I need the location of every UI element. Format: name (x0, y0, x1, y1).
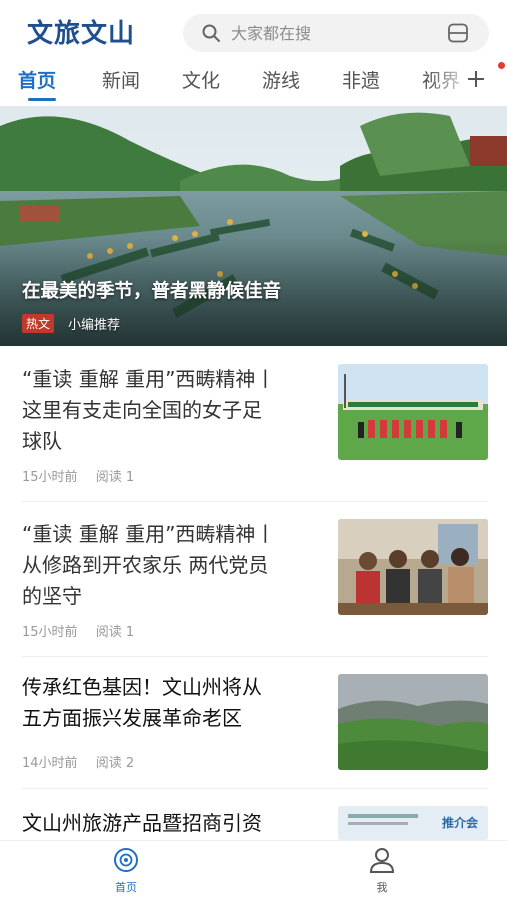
notification-dot (498, 62, 505, 69)
article-thumbnail[interactable] (338, 364, 488, 460)
scan-icon[interactable] (447, 23, 469, 43)
article-thumbnail[interactable] (338, 674, 488, 770)
article-meta: 14小时前 阅读 2 (22, 752, 134, 771)
thumbnail-image (338, 519, 488, 615)
article-thumbnail[interactable]: 推介会 (338, 806, 488, 840)
hero-banner[interactable]: 在最美的季节，普者黑静候佳音 热文 小编推荐 (0, 106, 507, 346)
article-thumbnail[interactable] (338, 519, 488, 615)
article-title-line: 这里有支走向全国的女子足 (22, 398, 262, 422)
article-reads: 阅读 1 (95, 470, 135, 485)
divider (22, 656, 488, 657)
search-icon (202, 24, 220, 42)
hero-tag: 小编推荐 (68, 318, 121, 333)
article-title-line: 球队 (22, 429, 62, 453)
add-tab-icon[interactable] (465, 68, 487, 90)
home-icon (114, 848, 138, 872)
hero-image (0, 106, 507, 346)
article-reads: 阅读 1 (95, 625, 135, 640)
tab-tour-routes[interactable]: 游线 (262, 66, 300, 93)
search-input[interactable] (231, 22, 431, 44)
tab-home[interactable]: 首页 (18, 66, 56, 93)
app-logo: 文旅文山 (27, 19, 136, 49)
divider (22, 788, 488, 789)
app-header: 文旅文山 (0, 0, 507, 62)
article-meta: 15小时前 阅读 1 (22, 621, 134, 640)
thumbnail-caption: 推介会 (442, 816, 479, 830)
nav-me-label: 我 (376, 881, 388, 894)
thumbnail-image (338, 674, 488, 770)
article-title-line: 五方面振兴发展革命老区 (22, 706, 242, 730)
article-title[interactable]: “重读 重解 重用”西畴精神丨 这里有支走向全国的女子足 球队 (22, 364, 318, 457)
article-title-line: 文山州旅游产品暨招商引资 (22, 811, 262, 835)
article-reads: 阅读 2 (95, 756, 135, 771)
article-title-line: 的坚守 (22, 584, 82, 608)
hot-badge: 热文 (22, 314, 55, 333)
search-bar[interactable] (183, 14, 489, 52)
thumbnail-image (338, 364, 488, 460)
tab-intangible-heritage[interactable]: 非遗 (342, 66, 380, 93)
article-title-line: 传承红色基因！文山州将从 (22, 675, 262, 699)
article-title-line: “重读 重解 重用”西畴精神丨 (22, 367, 276, 391)
article-title-line: “重读 重解 重用”西畴精神丨 (22, 522, 276, 546)
hero-title[interactable]: 在最美的季节，普者黑静候佳音 (22, 277, 281, 303)
category-tabs: 首页 新闻 文化 游线 非遗 视界 (0, 62, 507, 104)
article-title[interactable]: 文山州旅游产品暨招商引资 (22, 808, 318, 839)
article-title-line: 从修路到开农家乐 两代党员 (22, 553, 269, 577)
bottom-navigation: 首页 我 (0, 840, 507, 900)
tab-news[interactable]: 新闻 (102, 66, 140, 93)
article-meta: 15小时前 阅读 1 (22, 466, 134, 485)
article-time: 15小时前 (22, 625, 78, 640)
user-icon (369, 848, 395, 873)
active-tab-indicator (28, 98, 56, 101)
article-title[interactable]: 传承红色基因！文山州将从 五方面振兴发展革命老区 (22, 672, 318, 734)
article-time: 15小时前 (22, 470, 78, 485)
tab-culture[interactable]: 文化 (182, 66, 220, 93)
nav-home-label: 首页 (115, 881, 137, 894)
article-title[interactable]: “重读 重解 重用”西畴精神丨 从修路到开农家乐 两代党员 的坚守 (22, 519, 318, 612)
nav-me[interactable]: 我 (352, 847, 412, 895)
divider (22, 501, 488, 502)
nav-home[interactable]: 首页 (96, 847, 156, 895)
article-time: 14小时前 (22, 756, 78, 771)
